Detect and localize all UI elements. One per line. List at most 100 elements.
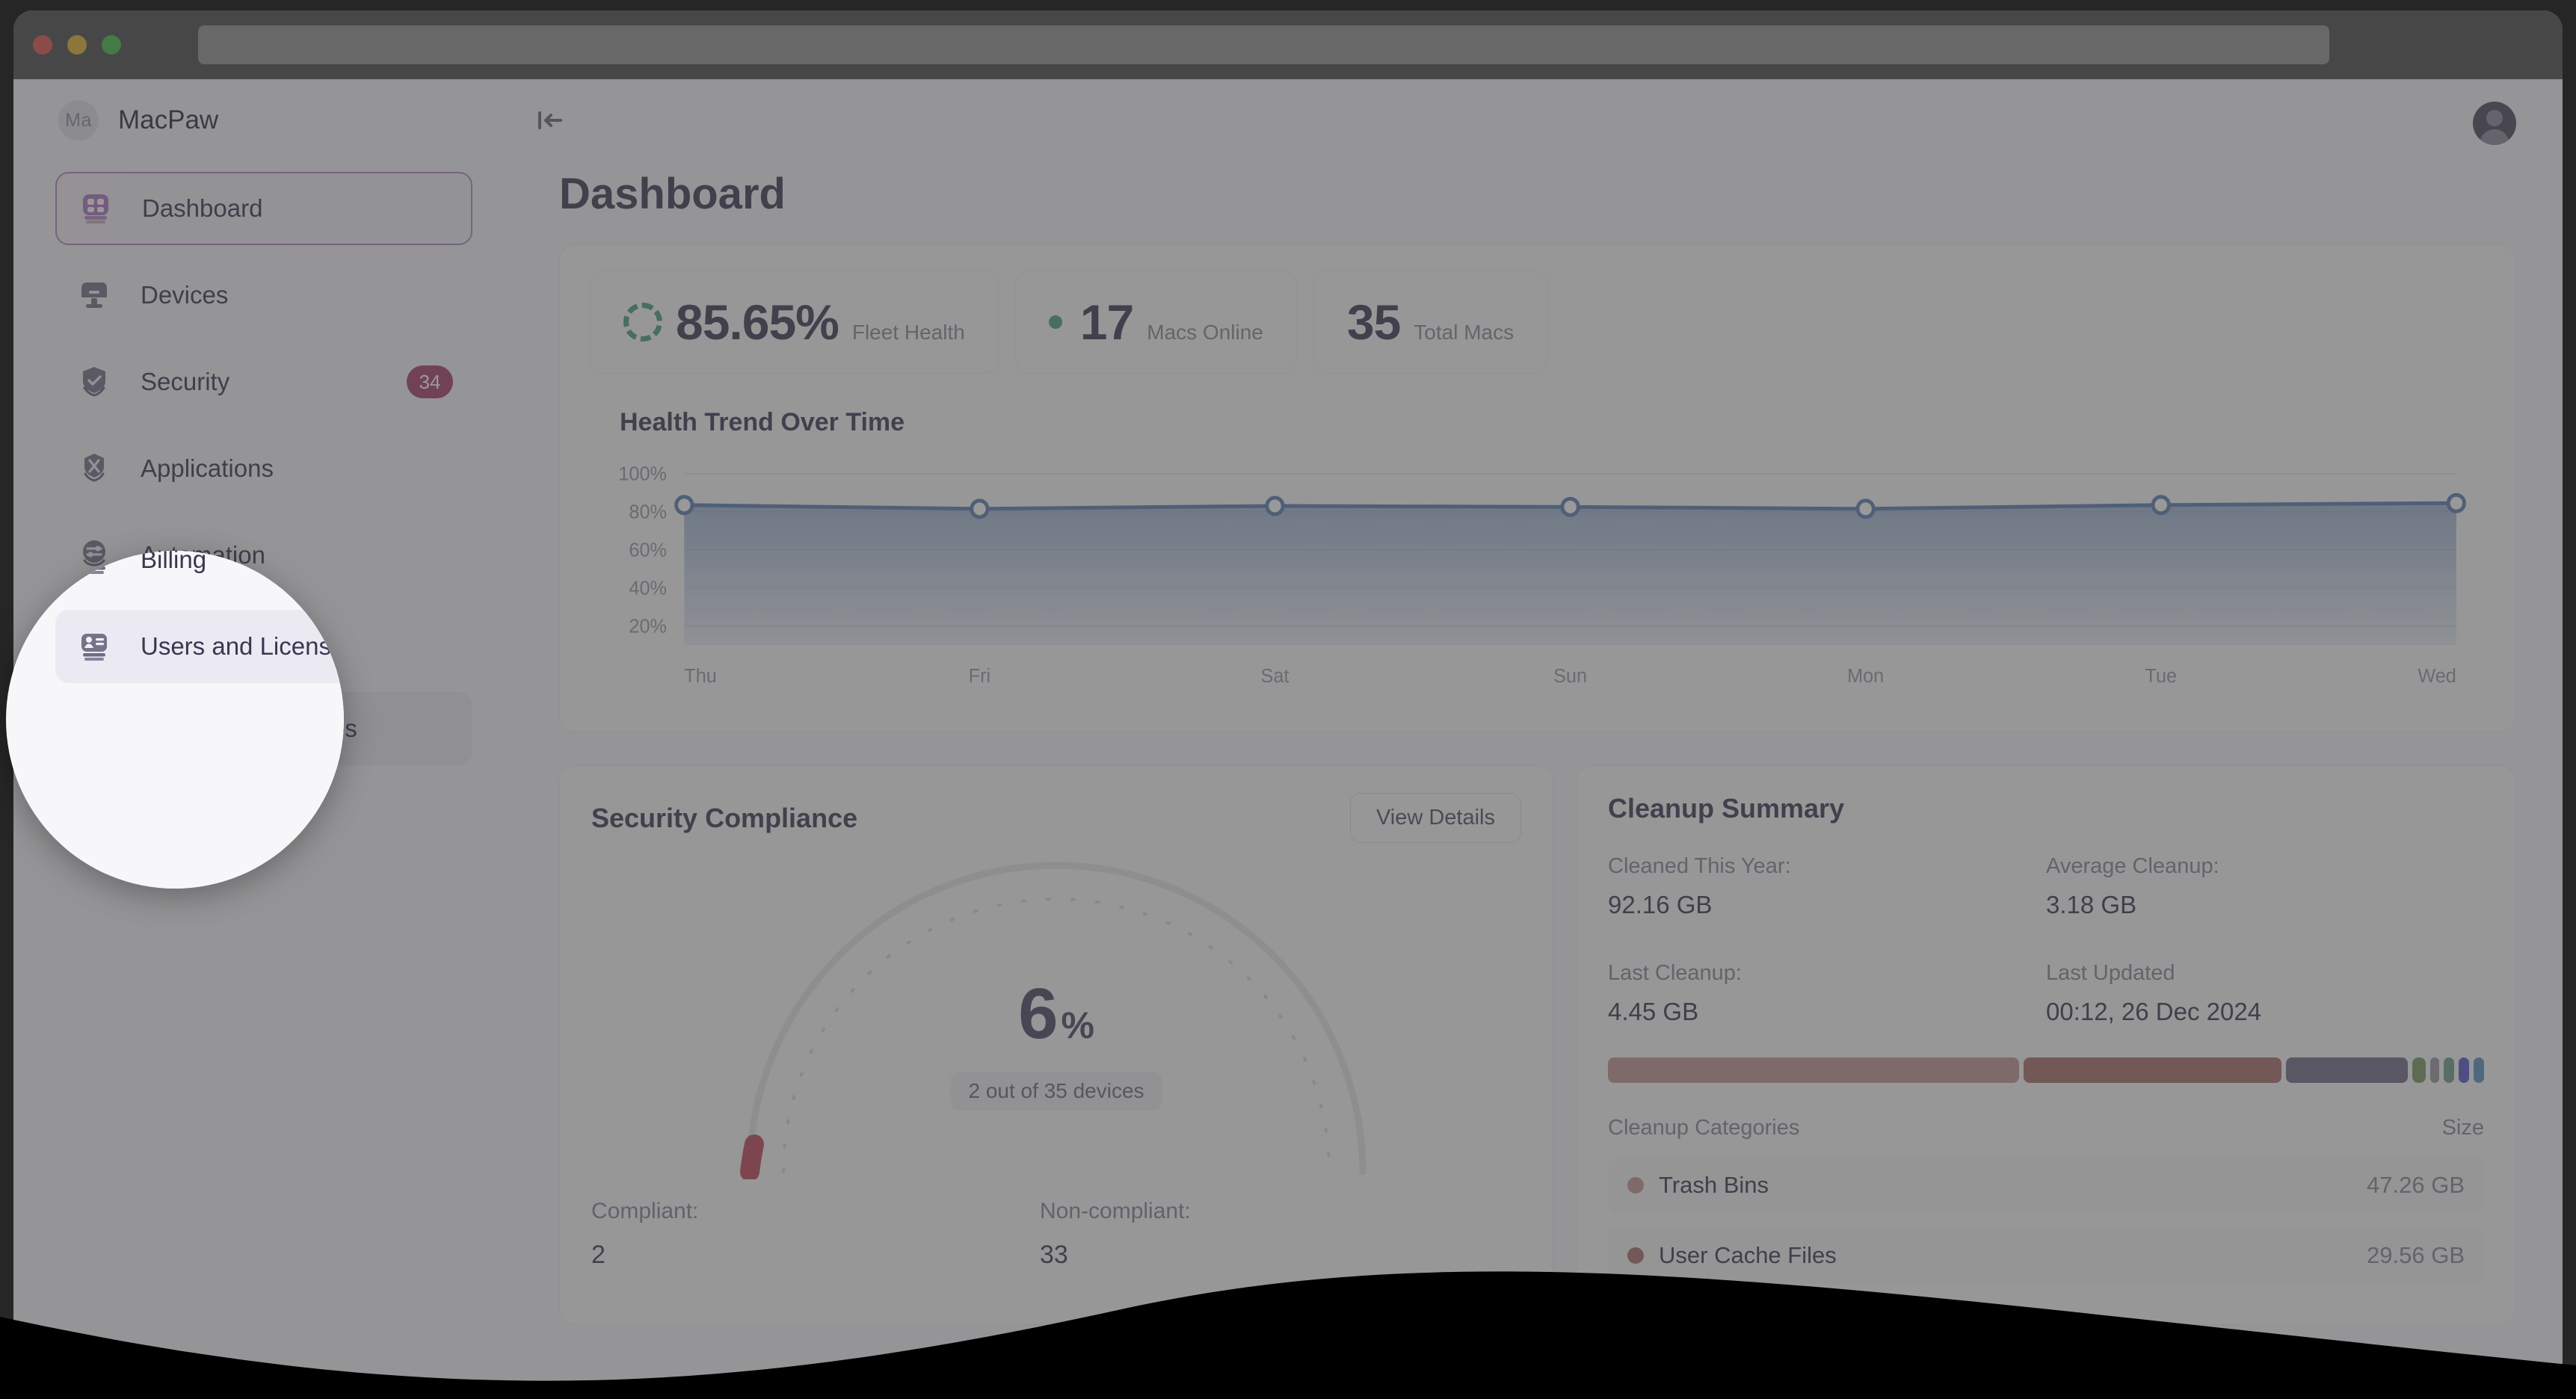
gauge-subtitle: 2 out of 35 devices [950, 1072, 1162, 1111]
sidebar-item-label: Devices [141, 281, 229, 309]
y-axis-tick-label: 20% [629, 616, 667, 637]
chart-data-point[interactable] [2151, 495, 2171, 516]
distribution-segment [2459, 1057, 2469, 1083]
user-card-icon [75, 627, 114, 666]
kpi-total-macs: 35 Total Macs [1313, 271, 1548, 374]
app-body: Ma MacPaw Dashboard Devices Security 34 … [13, 79, 2563, 1384]
color-swatch-icon [1627, 1177, 1644, 1193]
gauge-value: 6 [1018, 974, 1059, 1054]
brand-row[interactable]: Ma MacPaw [13, 79, 514, 161]
distribution-segment [2024, 1057, 2281, 1083]
x-axis-tick-label: Fri [969, 666, 990, 687]
kpi-value: 85.65% [676, 294, 839, 350]
cleanup-stat: Cleaned This Year: 92.16 GB [1608, 854, 2046, 919]
kpi-fleet-health: 85.65% Fleet Health [590, 271, 999, 374]
x-axis-tick-label: Sun [1553, 666, 1587, 687]
gauge-unit: % [1061, 1004, 1094, 1046]
cleanup-stat: Average Cleanup: 3.18 GB [2046, 854, 2484, 919]
screenshot-root: Ma MacPaw Dashboard Devices Security 34 … [0, 0, 2576, 1399]
chart-data-point[interactable] [1560, 496, 1580, 517]
cleanup-table-header: Cleanup Categories Size [1608, 1116, 2484, 1140]
bottom-wave-mask [0, 1271, 2576, 1399]
chart-data-point[interactable] [2446, 492, 2466, 513]
address-bar[interactable] [198, 25, 2329, 64]
x-axis-tick-label: Tue [2145, 666, 2177, 687]
x-axis-tick-label: Sat [1261, 666, 1289, 687]
sidebar-item-devices[interactable]: Devices [55, 259, 472, 332]
y-axis-tick-label: 40% [629, 578, 667, 599]
stat-value: 92.16 GB [1608, 891, 1713, 918]
chart-data-point[interactable] [970, 498, 990, 519]
view-details-button[interactable]: View Details [1349, 793, 1521, 843]
chart-data-point[interactable] [674, 495, 694, 516]
kpi-value: 17 [1079, 294, 1134, 350]
overview-card: 85.65% Fleet Health 17 Macs Online 35 To… [559, 244, 2516, 732]
chart-data-point[interactable] [1855, 498, 1876, 519]
card-title: Cleanup Summary [1608, 793, 1845, 824]
x-axis-tick-label: Mon [1847, 666, 1884, 687]
chart-title: Health Trend Over Time [620, 408, 905, 436]
close-window-button[interactable] [33, 35, 52, 55]
status-dot-icon [1048, 315, 1062, 329]
row-left: Trash Bins [1627, 1172, 1769, 1199]
sidebar-item-label: Security [141, 368, 230, 395]
magnifier-lens: Dashboard Devices [6, 551, 344, 889]
kpi-label: Macs Online [1147, 321, 1263, 344]
y-axis-tick-label: 100% [618, 463, 667, 484]
category-size: 47.26 GB [2367, 1172, 2465, 1198]
x-axis-tick-label: Thu [684, 666, 717, 687]
stat-value: 4.45 GB [1608, 998, 1699, 1025]
user-avatar-icon[interactable] [2473, 102, 2516, 145]
distribution-segment [2430, 1057, 2440, 1083]
window-traffic-lights[interactable] [33, 35, 121, 55]
stat-value: 3.18 GB [2046, 891, 2137, 918]
kpi-label: Total Macs [1414, 321, 1515, 344]
sidebar-item-applications[interactable]: Applications [55, 432, 472, 505]
distribution-segment [2412, 1057, 2426, 1083]
brand-name: MacPaw [118, 105, 219, 135]
distribution-segment [2474, 1057, 2484, 1083]
cleanup-distribution-bar [1608, 1057, 2484, 1083]
stat-label: Average Cleanup: [2046, 854, 2219, 878]
chart-data-point[interactable] [1265, 495, 1285, 516]
cleanup-stats-grid: Cleaned This Year: 92.16 GB Average Clea… [1608, 854, 2484, 1026]
category-name: Trash Bins [1659, 1172, 1769, 1198]
distribution-segment [1608, 1057, 2020, 1083]
kpi-value: 35 [1346, 294, 1401, 350]
cleanup-stat: Last Updated 00:12, 26 Dec 2024 [2046, 961, 2484, 1026]
stat-label: Last Updated [2046, 961, 2175, 985]
sidebar-item-dashboard[interactable]: Dashboard [55, 172, 472, 245]
sidebar-item-label: Applications [141, 454, 274, 482]
y-axis-tick-label: 60% [629, 540, 667, 560]
magnifier-lens-content: Dashboard Devices [6, 551, 344, 889]
browser-window: Ma MacPaw Dashboard Devices Security 34 … [13, 10, 2563, 1384]
apps-icon [75, 449, 114, 488]
card-header: Security Compliance View Details [591, 793, 1521, 843]
cleanup-stat: Last Cleanup: 4.45 GB [1608, 961, 2046, 1026]
sidebar-item-billing[interactable]: Billing [55, 551, 344, 596]
column-header-size: Size [2441, 1116, 2484, 1140]
main-content: Dashboard 85.65% Fleet Health 17 Macs On… [514, 79, 2563, 1384]
browser-titlebar [13, 10, 2563, 79]
status-badge: 34 [407, 365, 453, 398]
dashboard-icon [76, 189, 115, 228]
shield-icon [75, 362, 114, 401]
top-bar [532, 79, 2516, 161]
avatar-body [2480, 129, 2509, 145]
sidebar-item-security[interactable]: Security 34 [55, 345, 472, 419]
stat-label: Last Cleanup: [1608, 961, 1742, 985]
card-header: Cleanup Summary [1608, 793, 2484, 824]
minimize-window-button[interactable] [67, 35, 87, 55]
stat-value: 00:12, 26 Dec 2024 [2046, 998, 2262, 1025]
collapse-sidebar-icon[interactable] [532, 103, 567, 138]
gauge-value-group: 6 % [1018, 973, 1094, 1055]
distribution-segment [2444, 1057, 2455, 1083]
donut-progress-icon [623, 303, 662, 342]
health-trend-chart: 20% 40% 60% 80% 100% Thu Fri Sat Sun Mon Tue Wed [590, 451, 2478, 697]
compliance-gauge: 6 % 2 out of 35 devices [591, 858, 1521, 1182]
x-axis-tick-label: Wed [2418, 666, 2456, 687]
card-title: Security Compliance [591, 802, 858, 833]
zoom-window-button[interactable] [102, 35, 121, 55]
sidebar-item-users-and-licenses[interactable]: Users and Licenses [55, 610, 344, 683]
brand-avatar: Ma [58, 100, 99, 140]
